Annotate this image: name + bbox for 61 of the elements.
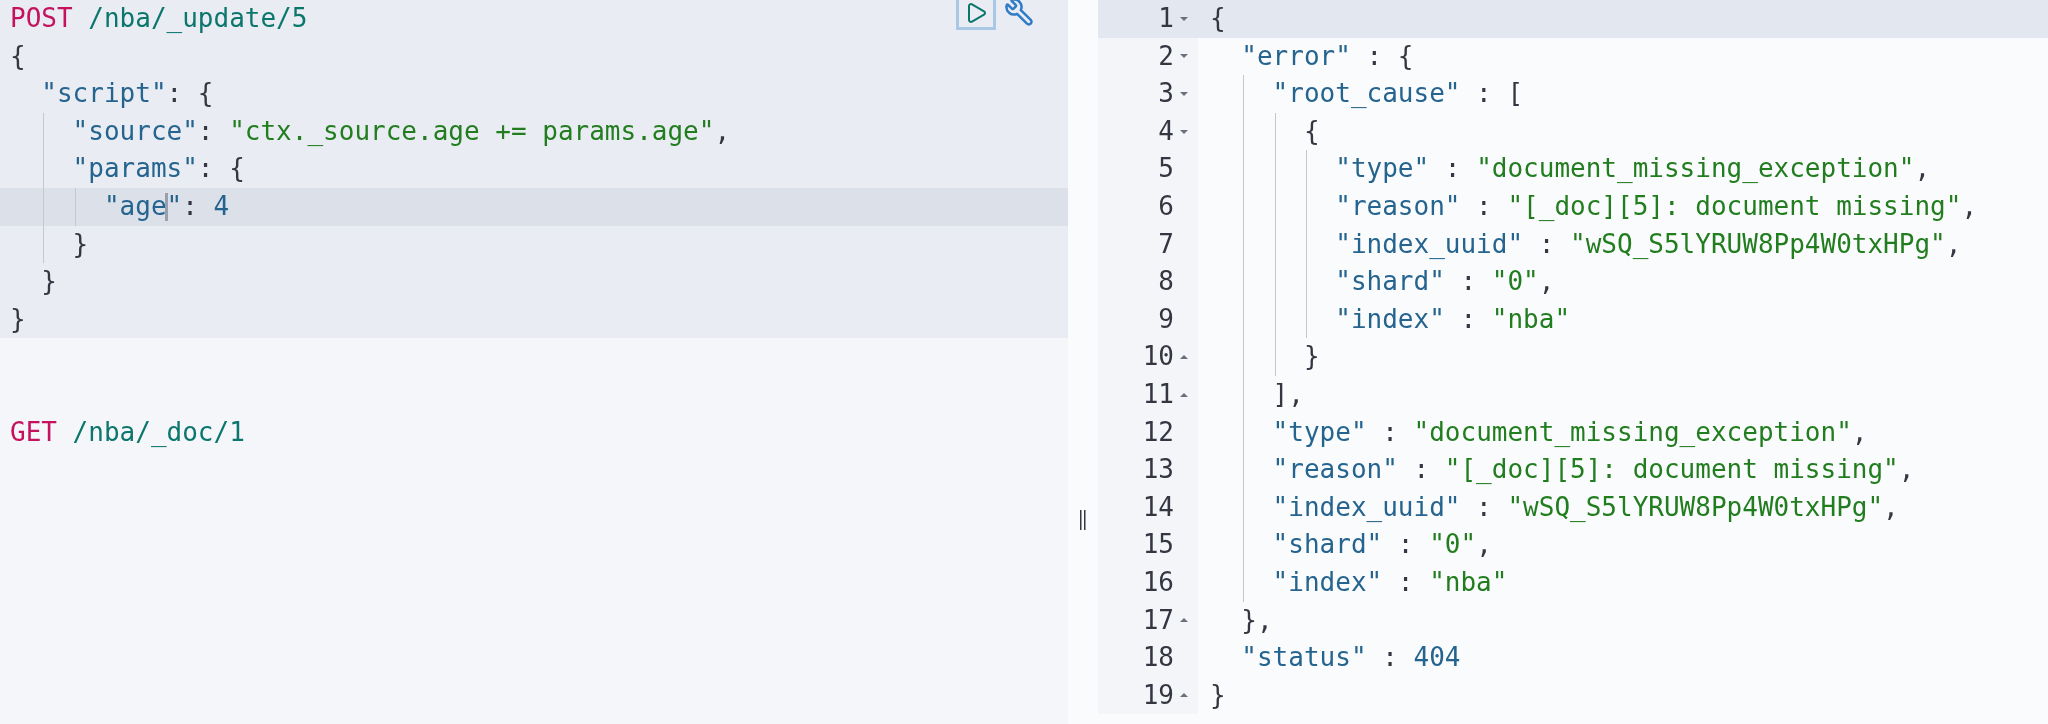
line-number: 7 [1158, 227, 1174, 261]
code-line: "source": "ctx._source.age += params.age", [0, 112, 731, 151]
fold-toggle-icon[interactable] [1179, 15, 1189, 22]
resize-handle-icon[interactable] [1079, 510, 1087, 530]
code-line: "root_cause" : [ [1198, 75, 1524, 113]
code-line: } [1209, 678, 1226, 712]
code-line: POST /nba/_update/5 [9, 2, 308, 35]
run-button[interactable] [956, 0, 996, 30]
line-number: 14 [1142, 490, 1174, 524]
line-number: 19 [1142, 678, 1174, 712]
code-line: "type" : "document_missing_exception", [1198, 150, 1931, 188]
code-line: { [9, 39, 26, 73]
line-number: 18 [1142, 641, 1174, 675]
code-line: "status" : 404 [1240, 641, 1461, 675]
line-number: 15 [1142, 528, 1174, 562]
line-number: 12 [1142, 415, 1174, 449]
request-block[interactable]: GET /nba/_doc/1 [0, 413, 1068, 452]
fold-toggle-icon[interactable] [1179, 391, 1189, 398]
fold-toggle-icon[interactable] [1179, 53, 1189, 60]
code-line: "error" : { [1240, 39, 1414, 73]
line-number: 11 [1142, 377, 1174, 411]
line-number: 4 [1158, 114, 1174, 148]
line-number: 2 [1158, 39, 1174, 73]
code-line: { [1198, 112, 1320, 151]
code-line: "index_uuid" : "wSQ_S5lYRUW8Pp4W0txHPg", [1198, 488, 1899, 527]
wrench-icon[interactable] [1004, 0, 1034, 27]
code-line: } [1198, 338, 1320, 376]
fold-toggle-icon[interactable] [1179, 354, 1189, 361]
code-line: } [0, 225, 89, 264]
line-number: 1 [1158, 2, 1174, 35]
line-number: 8 [1158, 265, 1174, 299]
fold-toggle-icon[interactable] [1179, 692, 1189, 699]
line-number: 6 [1158, 189, 1174, 223]
code-line: ], [1198, 375, 1304, 414]
code-line: "reason" : "[_doc][5]: document missing", [1198, 187, 1978, 226]
code-line: "shard" : "0", [1198, 263, 1555, 301]
code-line: "index" : "nba" [1198, 300, 1571, 339]
line-number: 17 [1142, 603, 1174, 637]
code-line: "type" : "document_missing_exception", [1198, 413, 1868, 452]
request-block[interactable]: POST /nba/_update/5 { "script": { "source": "ctx._source.age += params.age", "params": { "age": 4 } } } [0, 0, 1068, 339]
fold-toggle-icon[interactable] [1179, 91, 1189, 97]
code-line: "params": { [0, 150, 245, 188]
line-number: 13 [1142, 453, 1174, 487]
code-line: "index" : "nba" [1198, 563, 1508, 602]
code-line: "age": 4 [0, 187, 230, 226]
line-number: 5 [1158, 152, 1174, 186]
line-number: 16 [1142, 565, 1174, 599]
code-line: } [9, 302, 26, 336]
code-line: "reason" : "[_doc][5]: document missing", [1198, 451, 1915, 489]
code-line: } [40, 265, 57, 299]
fold-toggle-icon[interactable] [1179, 128, 1189, 135]
code-line: "shard" : "0", [1198, 526, 1492, 564]
code-line: { [1209, 2, 1226, 35]
fold-toggle-icon[interactable] [1179, 617, 1189, 624]
code-line: GET /nba/_doc/1 [9, 415, 245, 449]
code-line: "index_uuid" : "wSQ_S5lYRUW8Pp4W0txHPg", [1198, 225, 1962, 264]
line-number: 10 [1142, 340, 1174, 374]
code-line: }, [1240, 603, 1273, 637]
line-number: 3 [1158, 77, 1174, 111]
line-number: 9 [1158, 302, 1174, 336]
code-line: "script": { [40, 77, 214, 111]
